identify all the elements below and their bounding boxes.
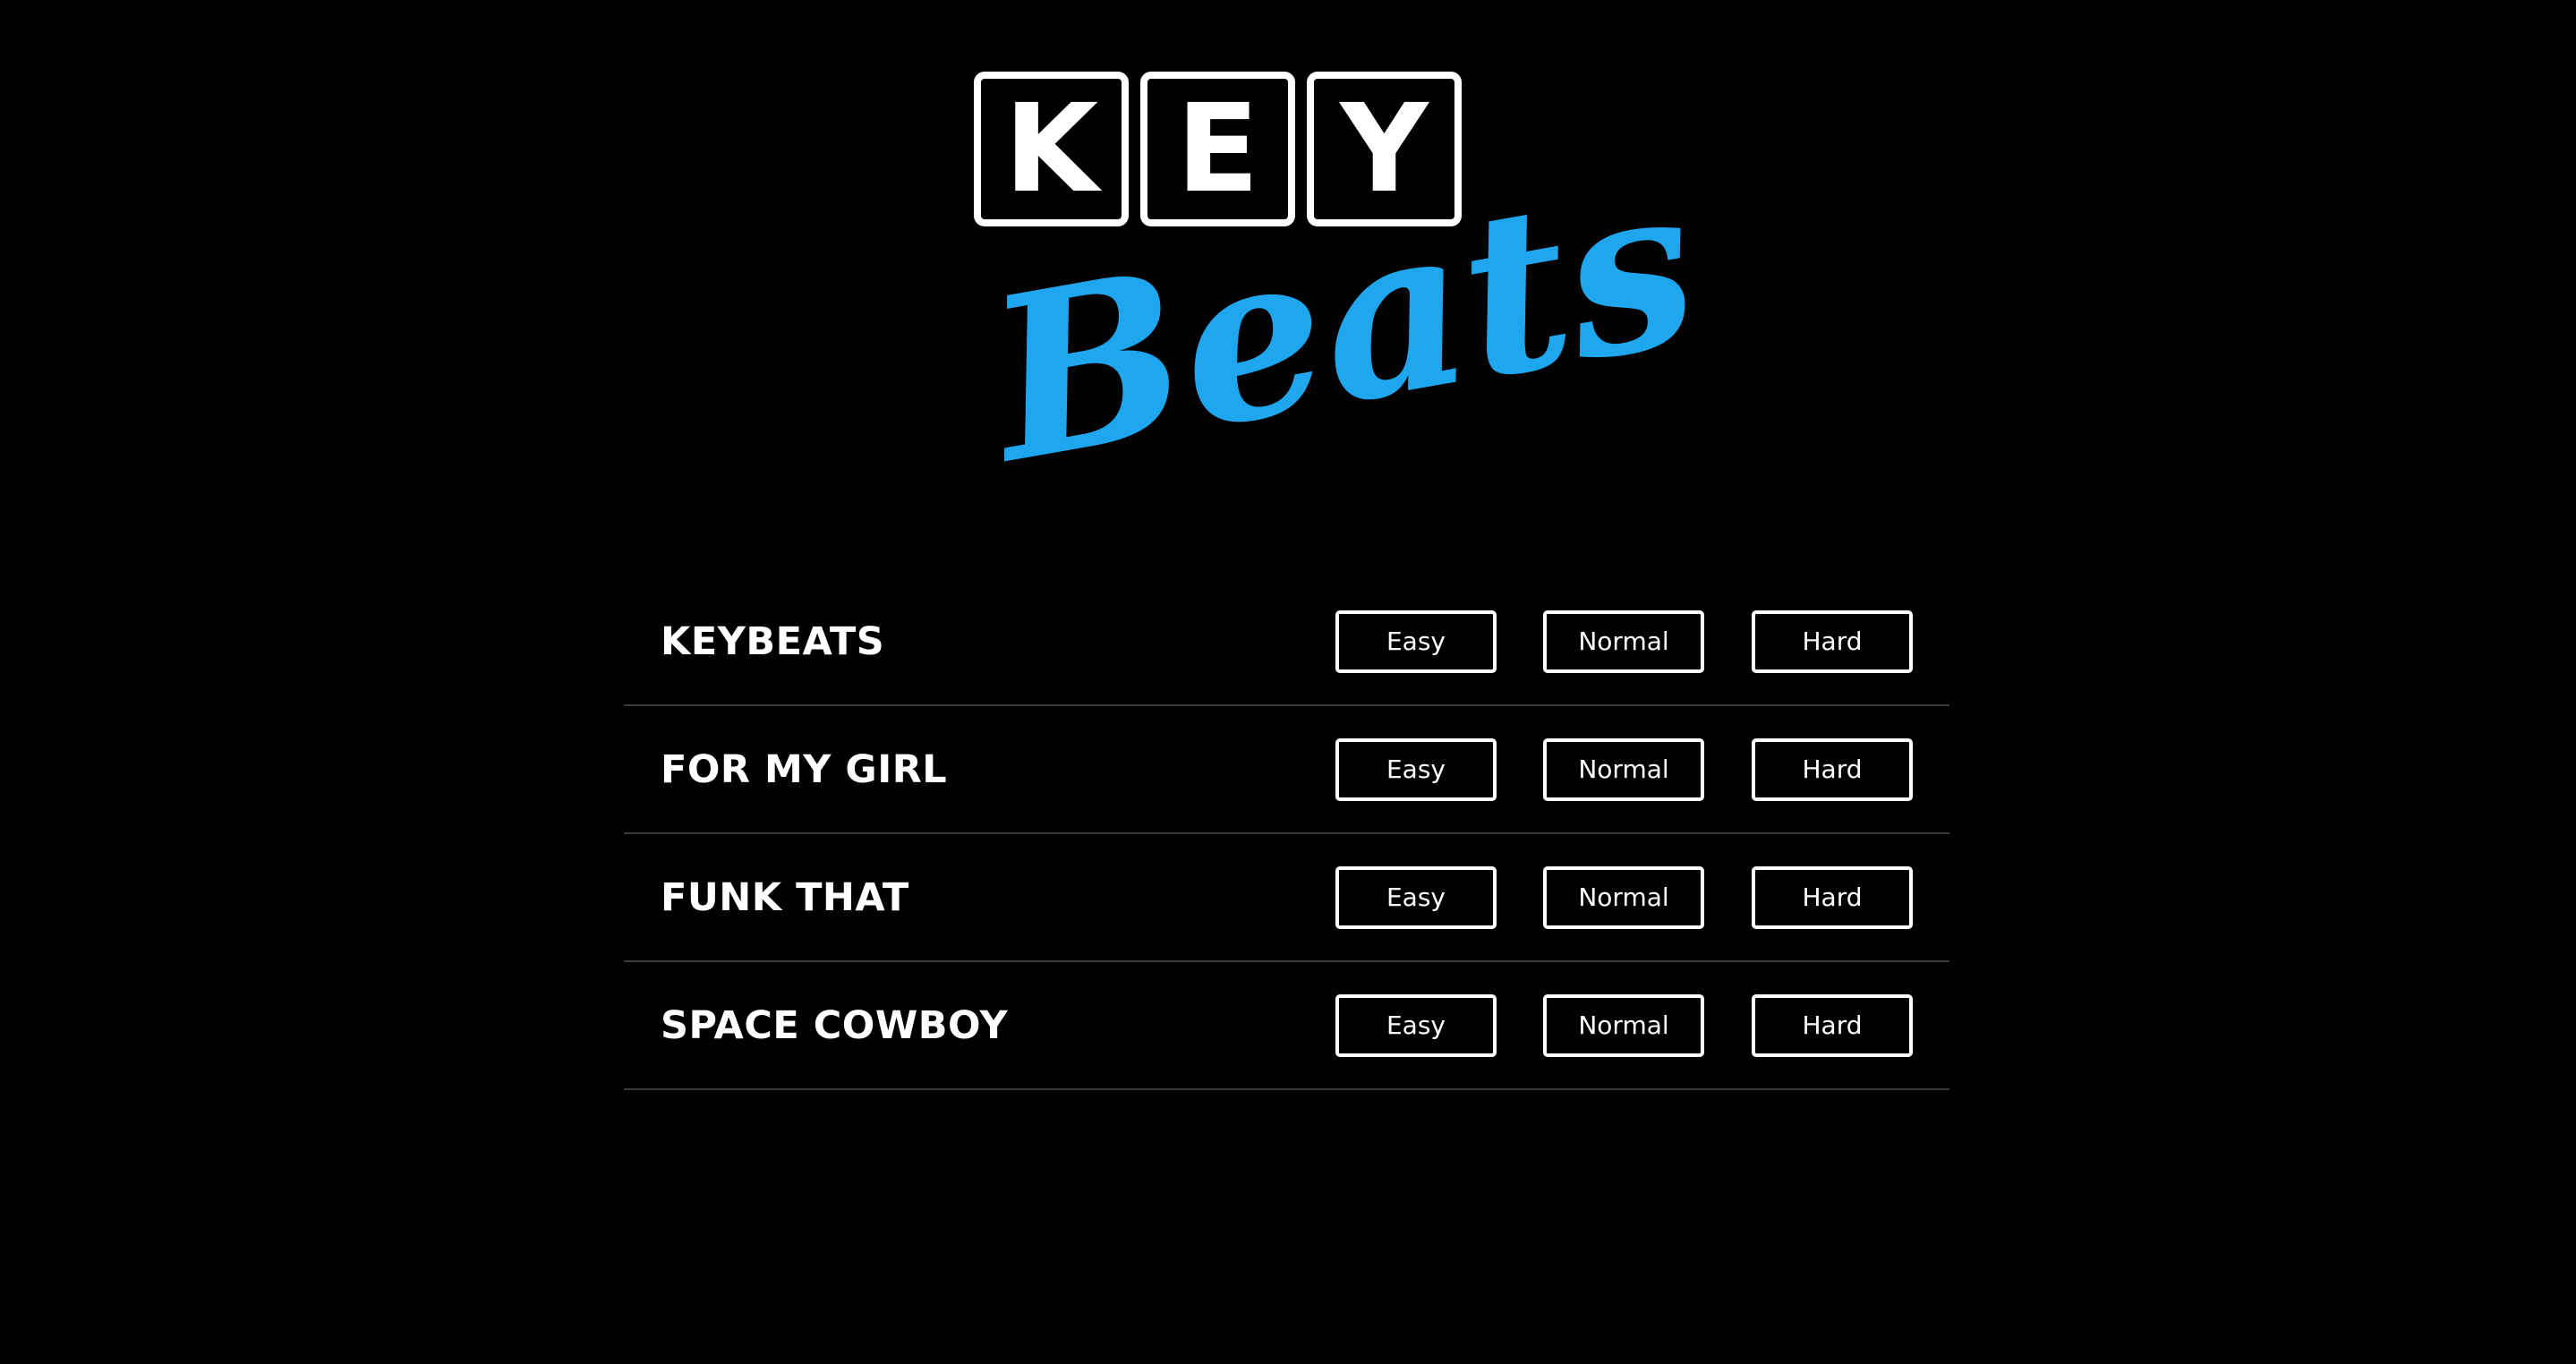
- difficulty-buttons: Easy Normal Hard: [1335, 737, 1926, 801]
- song-row: FOR MY GIRL Easy Normal Hard: [624, 706, 1949, 834]
- keybeats-logo: K E Y Beats: [968, 70, 1714, 517]
- song-row: FUNK THAT Easy Normal Hard: [624, 834, 1949, 962]
- hard-button[interactable]: Hard: [1752, 737, 1913, 801]
- song-title: FUNK THAT: [661, 874, 909, 920]
- difficulty-buttons: Easy Normal Hard: [1335, 865, 1926, 929]
- hard-button[interactable]: Hard: [1752, 610, 1913, 673]
- difficulty-buttons: Easy Normal Hard: [1335, 610, 1926, 673]
- easy-button[interactable]: Easy: [1335, 993, 1497, 1057]
- normal-button[interactable]: Normal: [1543, 737, 1704, 801]
- song-title: KEYBEATS: [661, 618, 885, 664]
- easy-button[interactable]: Easy: [1335, 610, 1497, 673]
- hard-button[interactable]: Hard: [1752, 993, 1913, 1057]
- song-title: FOR MY GIRL: [661, 746, 948, 792]
- song-row: KEYBEATS Easy Normal Hard: [624, 578, 1949, 706]
- difficulty-buttons: Easy Normal Hard: [1335, 993, 1926, 1057]
- song-title: SPACE COWBOY: [661, 1002, 1009, 1048]
- song-row: SPACE COWBOY Easy Normal Hard: [624, 962, 1949, 1090]
- normal-button[interactable]: Normal: [1543, 865, 1704, 929]
- easy-button[interactable]: Easy: [1335, 737, 1497, 801]
- logo-beats-text: Beats: [968, 131, 1714, 514]
- normal-button[interactable]: Normal: [1543, 993, 1704, 1057]
- hard-button[interactable]: Hard: [1752, 865, 1913, 929]
- easy-button[interactable]: Easy: [1335, 865, 1497, 929]
- song-list: KEYBEATS Easy Normal Hard FOR MY GIRL Ea…: [624, 578, 1949, 1090]
- normal-button[interactable]: Normal: [1543, 610, 1704, 673]
- logo-beats-wordmark: Beats: [968, 131, 1714, 514]
